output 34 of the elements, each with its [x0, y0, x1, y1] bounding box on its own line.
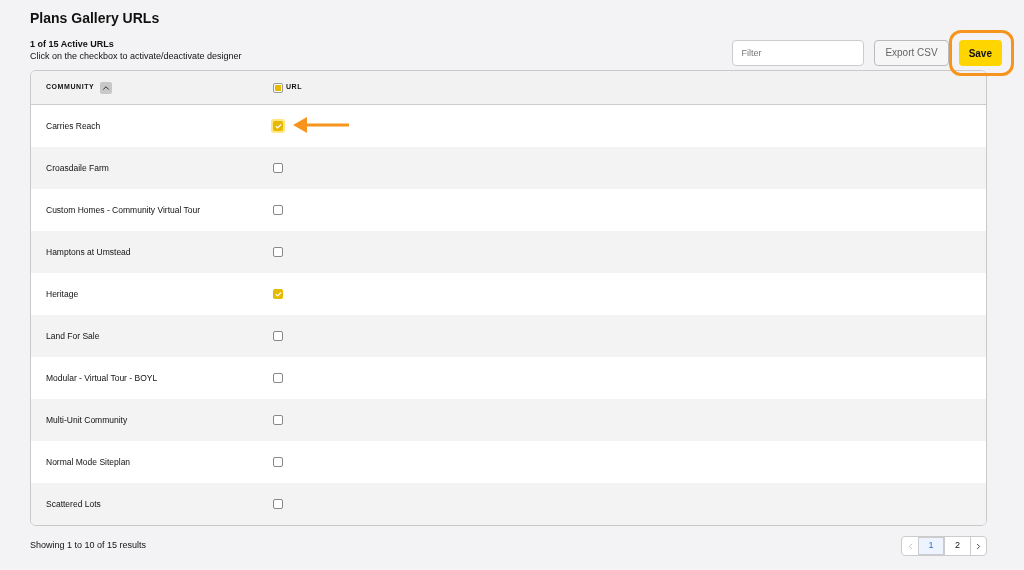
- row-checkbox[interactable]: [271, 245, 285, 259]
- table-cell-text: Carries Reach: [45, 119, 102, 133]
- page-title: Plans Gallery URLs: [30, 9, 161, 28]
- row-checkbox[interactable]: [271, 497, 285, 511]
- row-checkbox[interactable]: [271, 287, 285, 301]
- table-cell-text: Heritage: [45, 287, 80, 301]
- table-cell-text: Normal Mode Siteplan: [45, 455, 132, 469]
- table-cell-text: Croasdaile Farm: [45, 161, 110, 175]
- table-cell-text: Hamptons at Umstead: [45, 245, 132, 259]
- results-summary: Showing 1 to 10 of 15 results: [30, 539, 147, 553]
- filter-field[interactable]: Filter: [732, 39, 865, 66]
- check-icon: [274, 122, 282, 130]
- row-checkbox[interactable]: [271, 329, 285, 343]
- save-button[interactable]: Save: [958, 40, 1002, 66]
- row-checkbox[interactable]: [271, 413, 285, 427]
- page-button[interactable]: 2: [944, 537, 970, 555]
- row-checkbox[interactable]: [271, 119, 285, 133]
- page-button[interactable]: 1: [918, 537, 944, 555]
- row-checkbox[interactable]: [271, 371, 285, 385]
- hint-text: Click on the checkbox to activate/deactivate designer: [30, 50, 242, 62]
- row-checkbox[interactable]: [271, 203, 285, 217]
- table-cell-text: Multi-Unit Community: [45, 413, 129, 427]
- row-checkbox[interactable]: [271, 455, 285, 469]
- check-icon: [274, 290, 282, 298]
- table-cell-text: Modular - Virtual Tour - BOYL: [45, 371, 159, 385]
- select-all-checkbox[interactable]: [273, 82, 283, 93]
- table-cell-text: Scattered Lots: [45, 497, 102, 511]
- table-cell-text: Custom Homes - Community Virtual Tour: [45, 203, 202, 217]
- export-csv-button[interactable]: Export CSV: [874, 39, 949, 66]
- active-count: 1 of 15 Active URLs: [30, 38, 115, 50]
- chevron-right-icon: [974, 541, 983, 551]
- sort-button[interactable]: [100, 81, 113, 94]
- row-checkbox[interactable]: [271, 161, 285, 175]
- table-cell-text: Land For Sale: [45, 329, 101, 343]
